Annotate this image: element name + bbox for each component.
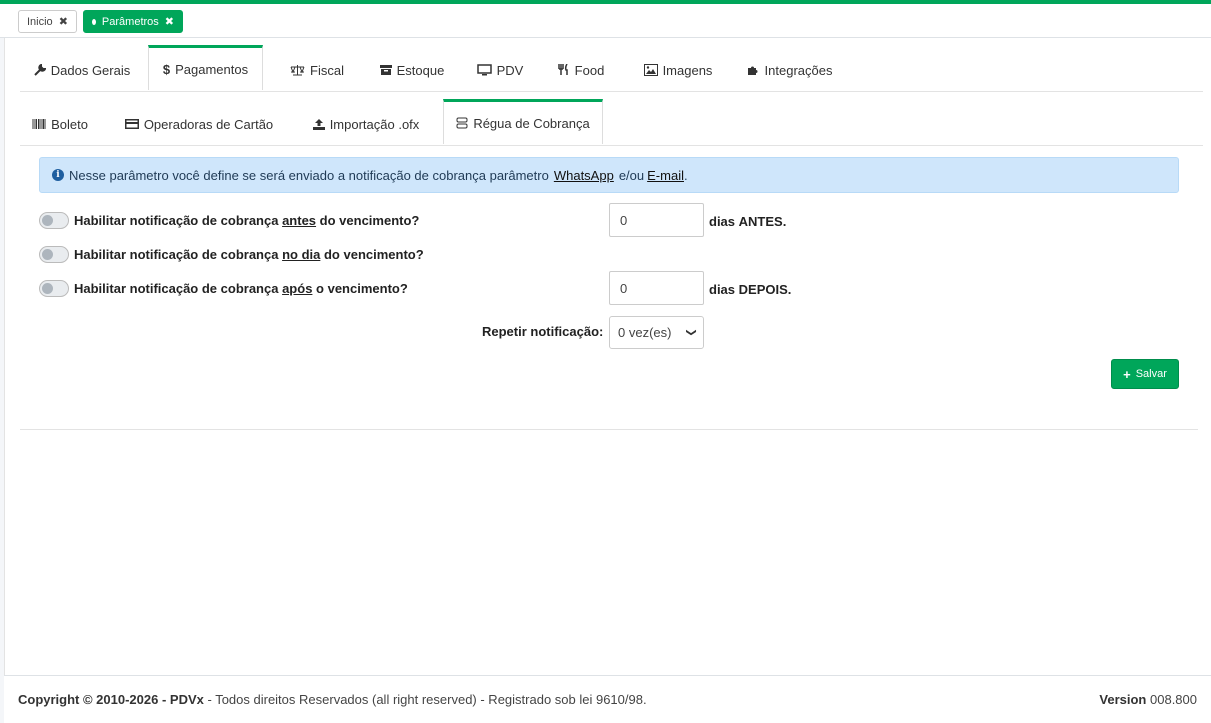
open-tabs-bar: Inicio ✖ Parâmetros ✖ <box>0 4 1211 38</box>
repeat-selected-value: 0 vez(es) <box>618 325 672 340</box>
info-icon: i <box>52 169 64 181</box>
tab-label: Operadoras de Cartão <box>143 116 274 132</box>
days-before-suffix: dias ANTES. <box>709 214 787 229</box>
tab-label: Importação .ofx <box>329 116 420 132</box>
tab-operadoras-cartao[interactable]: Operadoras de Cartão <box>116 102 282 146</box>
toggle-before[interactable] <box>39 211 69 229</box>
copyright: Copyright © 2010-2026 - PDVx - Todos dir… <box>18 692 647 707</box>
option-same-day-label: Habilitar notificação de cobrança no dia… <box>74 246 424 262</box>
tab-label: Boleto <box>51 116 88 132</box>
close-icon[interactable]: ✖ <box>165 15 174 28</box>
plus-icon: + <box>1123 366 1131 382</box>
repeat-label: Repetir notificação: <box>482 324 604 339</box>
tab-parametros[interactable]: Parâmetros ✖ <box>83 10 183 33</box>
close-icon[interactable]: ✖ <box>59 15 68 28</box>
tab-dados-gerais[interactable]: Dados Gerais <box>20 48 144 92</box>
alert-text: Nesse parâmetro você define se será envi… <box>69 167 549 183</box>
tab-inicio-label: Inicio <box>27 15 53 28</box>
barcode-icon <box>32 119 46 129</box>
days-before-input[interactable] <box>609 203 704 237</box>
puzzle-icon <box>747 66 758 75</box>
balance-scale-icon <box>290 65 305 76</box>
tab-label: PDV <box>496 62 524 78</box>
monitor-icon <box>476 64 492 76</box>
tab-boleto[interactable]: Boleto <box>20 102 100 146</box>
email-link[interactable]: E-mail <box>647 168 684 183</box>
main-tabs: Dados Gerais $ Pagamentos Fiscal Estoque… <box>20 45 1203 92</box>
dollar-icon: $ <box>162 61 171 77</box>
tab-label: Pagamentos <box>175 61 249 77</box>
save-button-label: Salvar <box>1135 368 1167 380</box>
credit-card-icon <box>124 119 139 129</box>
tab-inicio[interactable]: Inicio ✖ <box>18 10 77 33</box>
main-content: Dados Gerais $ Pagamentos Fiscal Estoque… <box>4 38 1211 675</box>
tab-fiscal[interactable]: Fiscal <box>268 48 366 92</box>
tab-integracoes[interactable]: Integrações <box>736 48 844 92</box>
tab-label: Integrações <box>764 62 833 78</box>
option-after: Habilitar notificação de cobrança após o… <box>39 278 408 298</box>
tab-regua-cobranca[interactable]: Régua de Cobrança <box>443 99 603 144</box>
version: Version 008.800 <box>1099 692 1197 707</box>
footer: Copyright © 2010-2026 - PDVx - Todos dir… <box>4 675 1211 723</box>
tab-label: Dados Gerais <box>50 62 131 78</box>
days-after-suffix: dias DEPOIS. <box>709 282 792 297</box>
tab-importacao-ofx[interactable]: Importação .ofx <box>296 102 436 146</box>
tab-label: Fiscal <box>310 62 344 78</box>
tab-imagens[interactable]: Imagens <box>630 48 726 92</box>
info-alert: i Nesse parâmetro você define se será en… <box>39 157 1179 193</box>
tab-food[interactable]: Food <box>546 48 616 92</box>
alert-text-middle: e/ou <box>618 167 645 183</box>
chevron-down-icon: ❯ <box>685 328 697 337</box>
toggle-same-day[interactable] <box>39 245 69 263</box>
tab-pagamentos[interactable]: $ Pagamentos <box>148 45 263 90</box>
divider <box>20 429 1198 430</box>
wrench-icon <box>34 64 46 76</box>
toggle-after[interactable] <box>39 279 69 297</box>
repeat-select[interactable]: 0 vez(es) ❯ <box>609 316 704 349</box>
database-icon <box>456 117 468 129</box>
days-after-input[interactable] <box>609 271 704 305</box>
tab-estoque[interactable]: Estoque <box>372 48 452 92</box>
image-icon <box>643 64 658 76</box>
upload-icon <box>312 119 325 130</box>
archive-icon <box>379 65 392 75</box>
option-after-label: Habilitar notificação de cobrança após o… <box>74 280 408 296</box>
tab-label: Estoque <box>396 62 445 78</box>
option-same-day: Habilitar notificação de cobrança no dia… <box>39 244 424 264</box>
tab-label: Imagens <box>662 62 713 78</box>
sub-tabs: Boleto Operadoras de Cartão Importação .… <box>20 99 1203 146</box>
tab-label: Régua de Cobrança <box>473 115 590 131</box>
tab-parametros-label: Parâmetros <box>101 15 159 28</box>
option-before-label: Habilitar notificação de cobrança antes … <box>74 212 420 228</box>
whatsapp-link[interactable]: WhatsApp <box>554 168 614 183</box>
utensils-icon <box>557 64 568 75</box>
active-dot-icon <box>92 18 96 25</box>
tab-pdv[interactable]: PDV <box>466 48 534 92</box>
save-button[interactable]: + Salvar <box>1111 359 1179 389</box>
tab-label: Food <box>574 62 605 78</box>
alert-text-end: . <box>683 167 688 183</box>
option-before: Habilitar notificação de cobrança antes … <box>39 210 419 230</box>
